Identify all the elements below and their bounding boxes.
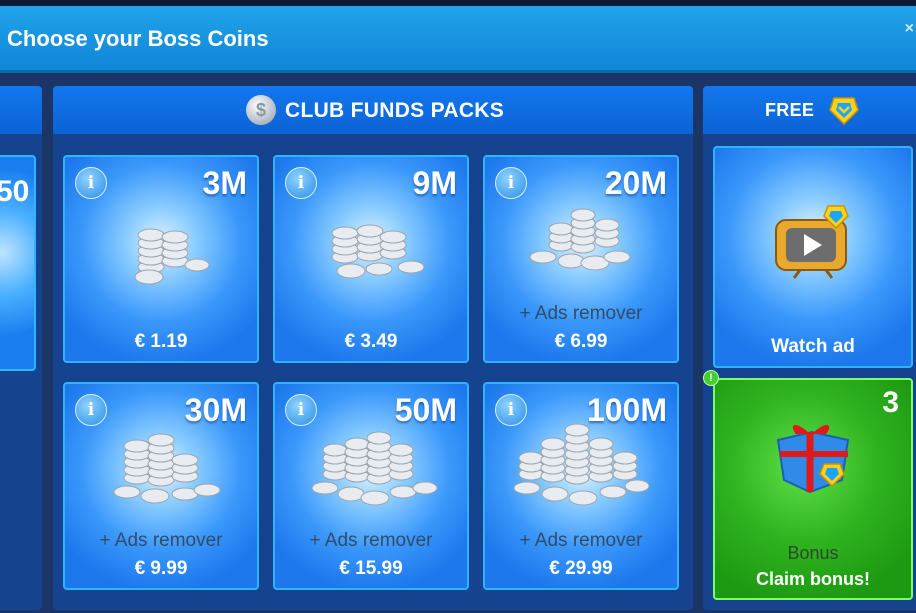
info-icon[interactable]: i [495,394,527,426]
pack-card-20m[interactable]: i 20M + Ads remover € 6.99 [483,155,679,363]
pack-amount: 100M [586,392,667,428]
tv-play-icon [775,205,849,279]
gift-icon [776,424,850,494]
info-icon[interactable]: i [75,394,107,426]
close-icon[interactable]: × [905,20,914,38]
pack-amount: 50M [394,392,457,428]
watch-ad-card[interactable]: Watch ad [713,146,913,368]
pack-price: € 15.99 [339,558,403,579]
pack-card-3m[interactable]: i 3M € 1.19 [63,155,259,363]
pack-card-30m[interactable]: i 30M + Ads remover € 9.99 [63,382,259,590]
info-icon[interactable]: i [495,167,527,199]
pack-price: € 29.99 [549,558,613,579]
pack-amount: 9M [412,165,457,201]
pack-price: € 9.99 [134,558,188,579]
bonus-card[interactable]: 3 Bonus Claim bonus! [713,378,913,600]
info-icon[interactable]: i [285,167,317,199]
boss-coin-badge-icon [829,97,859,126]
pack-extra: + Ads remover [309,530,433,551]
dialog-title: Choose your Boss Coins [7,26,269,51]
watch-ad-label: Watch ad [771,336,855,357]
pack-price: € 6.99 [554,331,608,352]
info-icon[interactable]: i [285,394,317,426]
bonus-count: 3 [882,386,899,419]
pack-amount: 20M [604,165,667,201]
pack-price: € 1.19 [134,331,188,352]
title-bar: Choose your Boss Coins × [0,6,916,73]
free-header: FREE [703,86,916,134]
pack-amount: 30M [184,392,247,428]
partial-pack-amount: 50 [0,175,30,208]
pack-extra: + Ads remover [519,303,643,324]
pack-card-50m[interactable]: i 50M + Ads remover € 15.99 [273,382,469,590]
pack-card-100m[interactable]: i 100M + Ads remover € 29.99 [483,382,679,590]
club-funds-panel: $ CLUB FUNDS PACKS i 3M € 1.19 i 9M € 3.… [53,86,693,610]
silver-coin-icon: $ [246,95,276,125]
pack-amount: 3M [202,165,247,201]
claim-bonus-button[interactable]: Claim bonus! [715,569,911,590]
club-funds-title: CLUB FUNDS PACKS [285,99,505,122]
info-icon[interactable]: i [75,167,107,199]
free-panel: FREE Watch ad 3 Bonus Claim bonus! [703,86,916,610]
left-panel-header [0,86,42,134]
alert-icon: ! [703,370,719,386]
pack-price: € 3.49 [344,331,398,352]
free-title: FREE [765,100,815,120]
pack-extra: + Ads remover [99,530,223,551]
pack-extra: + Ads remover [519,530,643,551]
club-funds-header: $ CLUB FUNDS PACKS [53,86,693,134]
bonus-label: Bonus [787,543,839,563]
pack-card-9m[interactable]: i 9M € 3.49 [273,155,469,363]
